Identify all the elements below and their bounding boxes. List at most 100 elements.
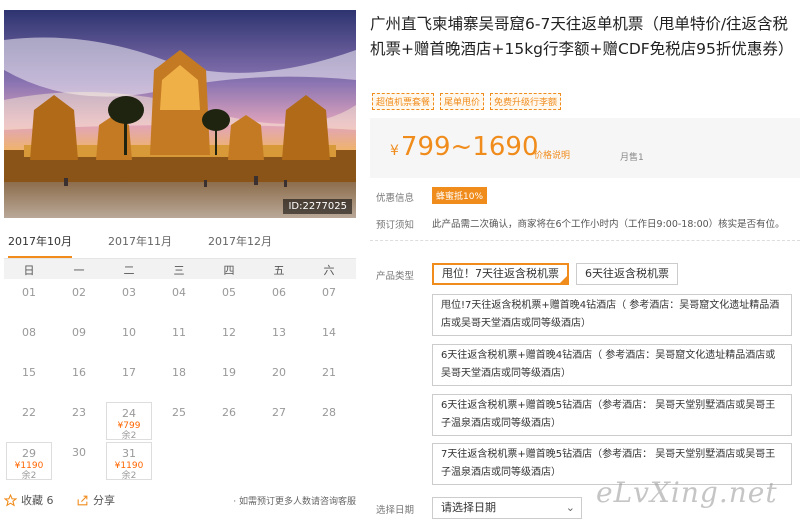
calendar-day-number: 08 bbox=[22, 326, 36, 339]
angkor-wat-image bbox=[4, 10, 356, 218]
promo-badge: 蜂蜜抵10% bbox=[432, 187, 488, 204]
calendar-day-22: 22 bbox=[6, 402, 52, 440]
calendar-day-number: 05 bbox=[222, 286, 236, 299]
weekday-sat: 六 bbox=[323, 264, 335, 277]
weekday-fri: 五 bbox=[273, 264, 285, 277]
tab-2017-12[interactable]: 2017年12月 bbox=[208, 234, 272, 258]
product-title: 广州直飞柬埔寨吴哥窟6-7天往返单机票（甩单特价/往返含税机票+赠首晚酒店+15… bbox=[370, 15, 794, 58]
calendar-day-03: 03 bbox=[106, 282, 152, 320]
calendar-day-number: 09 bbox=[72, 326, 86, 339]
calendar-day-12: 12 bbox=[206, 322, 252, 360]
calendar-day-19: 19 bbox=[206, 362, 252, 400]
calendar-day-31[interactable]: 31 ¥1190 余2 bbox=[106, 442, 152, 481]
calendar-day-21: 21 bbox=[306, 362, 352, 400]
option-6day-4star[interactable]: 6天往返含税机票+赠首晚4钻酒店（ 参考酒店：吴哥窟文化遗址精品酒店或吴哥天堂酒… bbox=[432, 344, 792, 386]
option-6day-5star[interactable]: 6天往返含税机票+赠首晚5钻酒店（参考酒店： 吴哥天堂别墅酒店或吴哥王子温泉酒店… bbox=[432, 394, 792, 436]
weekday-header: 日 一 二 三 四 五 六 bbox=[4, 259, 356, 279]
favorite-label: 收藏 6 bbox=[21, 494, 54, 507]
calendar-day-number: 24 bbox=[122, 407, 136, 420]
calendar-day-14: 14 bbox=[306, 322, 352, 360]
date-placeholder: 请选择日期 bbox=[441, 501, 496, 514]
calendar-day-23: 23 bbox=[56, 402, 102, 440]
calendar-day-number: 30 bbox=[72, 446, 86, 459]
calendar-day-number: 11 bbox=[172, 326, 186, 339]
calendar-day-number: 04 bbox=[172, 286, 186, 299]
calendar-day-number: 26 bbox=[222, 406, 236, 419]
watermark: eLvXing.net bbox=[596, 476, 778, 509]
monthly-sales: 月售1 bbox=[620, 153, 644, 163]
calendar-day-11: 11 bbox=[156, 322, 202, 360]
calendar-day-number: 22 bbox=[22, 406, 36, 419]
month-tabs: 2017年10月 2017年11月 2017年12月 bbox=[4, 234, 356, 258]
contact-note[interactable]: · 如需预订更多人数请咨询客服 bbox=[233, 494, 356, 507]
calendar-day-09: 09 bbox=[56, 322, 102, 360]
price-box: ¥799~1690 价格说明 月售1 bbox=[370, 118, 800, 178]
calendar-day-13: 13 bbox=[256, 322, 302, 360]
calendar-day-remaining: 余2 bbox=[121, 471, 137, 481]
share-label: 分享 bbox=[93, 494, 115, 507]
type-7day-button[interactable]: 甩位！7天往返含税机票 bbox=[432, 263, 569, 285]
tab-2017-10[interactable]: 2017年10月 bbox=[8, 234, 72, 258]
calendar-day-number: 25 bbox=[172, 406, 186, 419]
notice-text: 此产品需二次确认，商家将在6个工作小时内（工作日9:00-18:00）核实是否有… bbox=[432, 219, 785, 230]
calendar-day-08: 08 bbox=[6, 322, 52, 360]
calendar-day-29[interactable]: 29 ¥1190 余2 bbox=[6, 442, 52, 481]
notice-label: 预订须知 bbox=[376, 220, 415, 231]
calendar-day-27: 27 bbox=[256, 402, 302, 440]
tag-clearance: 尾单甩价 bbox=[440, 93, 485, 110]
calendar-day-18: 18 bbox=[156, 362, 202, 400]
calendar-day-number: 03 bbox=[122, 286, 136, 299]
product-type-label: 产品类型 bbox=[376, 271, 415, 282]
tab-2017-11[interactable]: 2017年11月 bbox=[108, 234, 172, 258]
calendar-day-price: ¥799 bbox=[117, 421, 141, 431]
tag-baggage: 免费升级行李额 bbox=[490, 93, 562, 110]
share-icon bbox=[77, 495, 88, 505]
section-divider bbox=[370, 240, 800, 241]
calendar-day-number: 16 bbox=[72, 366, 86, 379]
date-select[interactable]: 请选择日期 ⌄ bbox=[432, 497, 582, 519]
price: ¥799~1690 bbox=[390, 132, 539, 162]
calendar-day-remaining: 余2 bbox=[121, 431, 137, 441]
calendar-day-02: 02 bbox=[56, 282, 102, 320]
calendar-day-price: ¥1190 bbox=[114, 461, 144, 471]
calendar-day-number: 17 bbox=[122, 366, 136, 379]
calendar-day-number: 07 bbox=[322, 286, 336, 299]
calendar-day-number: 02 bbox=[72, 286, 86, 299]
calendar-day-number: 10 bbox=[122, 326, 136, 339]
calendar-day-remaining: 余2 bbox=[21, 471, 37, 481]
option-7day-4star[interactable]: 甩位!7天往返含税机票+赠首晚4钻酒店（ 参考酒店：吴哥窟文化遗址精品酒店或吴哥… bbox=[432, 294, 792, 336]
calendar-day-20: 20 bbox=[256, 362, 302, 400]
calendar-day-number: 19 bbox=[222, 366, 236, 379]
currency-symbol: ¥ bbox=[390, 143, 399, 159]
calendar-day-05: 05 bbox=[206, 282, 252, 320]
calendar-day-number: 18 bbox=[172, 366, 186, 379]
date-label: 选择日期 bbox=[376, 505, 415, 516]
weekday-thu: 四 bbox=[223, 264, 235, 277]
chevron-down-icon: ⌄ bbox=[565, 501, 575, 514]
calendar-day-number: 28 bbox=[322, 406, 336, 419]
calendar-day-price: ¥1190 bbox=[14, 461, 44, 471]
share-button[interactable]: 分享 bbox=[76, 492, 115, 508]
weekday-tue: 二 bbox=[123, 264, 135, 277]
calendar-day-number: 27 bbox=[272, 406, 286, 419]
price-explain-link[interactable]: 价格说明 bbox=[534, 148, 570, 161]
calendar-day-01: 01 bbox=[6, 282, 52, 320]
product-photo[interactable]: ID:2277025 bbox=[4, 10, 356, 218]
promo-label: 优惠信息 bbox=[376, 193, 415, 204]
calendar-day-number: 12 bbox=[222, 326, 236, 339]
calendar-day-number: 23 bbox=[72, 406, 86, 419]
calendar-day-number: 21 bbox=[322, 366, 336, 379]
type-6day-button[interactable]: 6天往返含税机票 bbox=[576, 263, 678, 285]
calendar-day-24[interactable]: 24 ¥799 余2 bbox=[106, 402, 152, 441]
calendar-day-number: 06 bbox=[272, 286, 286, 299]
calendar-day-number: 20 bbox=[272, 366, 286, 379]
price-range: 799~1690 bbox=[400, 132, 539, 162]
calendar-day-17: 17 bbox=[106, 362, 152, 400]
weekday-sun: 日 bbox=[23, 264, 35, 277]
action-bar: 收藏 6 分享 · 如需预订更多人数请咨询客服 bbox=[4, 488, 356, 510]
calendar-day-07: 07 bbox=[306, 282, 352, 320]
favorite-button[interactable]: 收藏 6 bbox=[4, 492, 54, 508]
image-id-label: ID:2277025 bbox=[283, 199, 352, 214]
calendar-day-25: 25 bbox=[156, 402, 202, 440]
calendar-day-04: 04 bbox=[156, 282, 202, 320]
